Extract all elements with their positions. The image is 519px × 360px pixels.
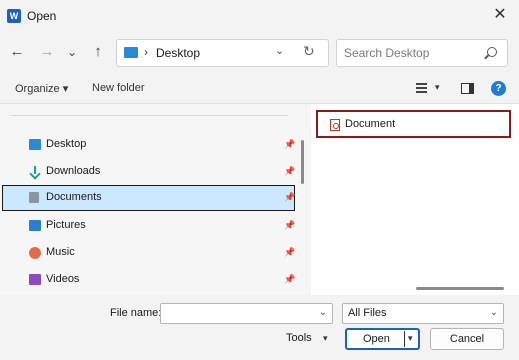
sidebar-scrollbar[interactable] <box>301 140 304 184</box>
desktop-icon <box>29 139 41 150</box>
breadcrumb-separator-icon: › <box>144 45 148 59</box>
open-button-label: Open <box>363 333 390 345</box>
documents-icon <box>29 192 39 203</box>
file-name-dropdown-icon[interactable]: ⌄ <box>319 307 327 318</box>
tools-dropdown-icon[interactable]: ▾ <box>323 333 328 344</box>
navigation-bar: ← → ⌄ ↑ › Desktop ⌄ ↻ Search Desktop <box>0 32 519 74</box>
open-button[interactable]: Open ▾ <box>345 328 420 350</box>
command-bar: Organize ▾ New folder ▾ ? <box>0 74 519 104</box>
sidebar-item-videos[interactable]: Videos 📌 <box>2 267 295 293</box>
recent-locations-chevron-icon[interactable]: ⌄ <box>62 42 82 62</box>
pin-icon[interactable]: 📌 <box>284 192 295 203</box>
music-icon <box>29 247 41 259</box>
search-input[interactable]: Search Desktop <box>336 39 508 67</box>
file-name-label: Document <box>345 118 396 130</box>
sidebar-item-desktop[interactable]: Desktop 📌 <box>2 132 295 158</box>
sidebar-item-music[interactable]: Music 📌 <box>2 240 295 266</box>
file-type-select[interactable]: All Files ⌄ <box>342 303 504 324</box>
nav-divider <box>10 115 288 116</box>
file-type-dropdown-icon[interactable]: ⌄ <box>490 307 498 318</box>
pin-icon[interactable]: 📌 <box>284 166 295 177</box>
organize-button[interactable]: Organize ▾ <box>15 82 68 95</box>
file-name-input[interactable]: ⌄ <box>160 303 333 324</box>
file-name-label: File name: <box>110 307 162 319</box>
back-arrow-icon[interactable]: ← <box>7 42 27 62</box>
navigation-pane: Desktop 📌 Downloads 📌 Documents 📌 Pictur… <box>0 104 311 295</box>
new-folder-button[interactable]: New folder <box>92 82 145 94</box>
view-list-icon[interactable] <box>416 83 427 93</box>
desktop-location-icon <box>124 47 138 58</box>
open-split-divider <box>404 331 405 347</box>
refresh-icon[interactable]: ↻ <box>303 43 315 60</box>
preview-pane-icon[interactable] <box>461 83 474 94</box>
help-icon[interactable]: ? <box>491 81 506 96</box>
pin-icon[interactable]: 📌 <box>284 139 295 150</box>
file-list-scrollbar[interactable] <box>416 287 504 290</box>
address-dropdown-icon[interactable]: ⌄ <box>275 44 284 57</box>
tools-button[interactable]: Tools <box>286 332 312 344</box>
pin-icon[interactable]: 📌 <box>284 247 295 258</box>
videos-icon <box>29 274 41 285</box>
dialog-footer: File name: ⌄ All Files ⌄ Tools ▾ Open ▾ … <box>0 295 519 360</box>
pin-icon[interactable]: 📌 <box>284 274 295 285</box>
forward-arrow-icon[interactable]: → <box>37 42 57 62</box>
sidebar-item-label: Music <box>46 246 75 258</box>
sidebar-item-pictures[interactable]: Pictures 📌 <box>2 213 295 239</box>
pin-icon[interactable]: 📌 <box>284 220 295 231</box>
file-type-value: All Files <box>348 307 387 319</box>
open-dropdown-icon[interactable]: ▾ <box>408 333 413 344</box>
breadcrumb-desktop[interactable]: Desktop <box>156 46 200 60</box>
close-icon[interactable]: ✕ <box>490 5 510 25</box>
title-bar: W Open ✕ <box>0 0 519 32</box>
pictures-icon <box>29 220 41 231</box>
sidebar-item-downloads[interactable]: Downloads 📌 <box>2 159 295 185</box>
window-title: Open <box>27 9 57 23</box>
word-app-icon: W <box>7 9 21 23</box>
sidebar-item-label: Documents <box>46 191 102 203</box>
address-bar[interactable]: › Desktop ⌄ ↻ <box>116 39 329 67</box>
sidebar-item-label: Pictures <box>46 219 86 231</box>
sidebar-item-label: Downloads <box>46 165 101 177</box>
pdf-file-icon <box>330 119 340 131</box>
sidebar-item-label: Videos <box>46 273 80 285</box>
search-placeholder: Search Desktop <box>344 46 430 60</box>
sidebar-item-label: Desktop <box>46 138 87 150</box>
file-list-pane: Document <box>311 104 519 295</box>
download-icon <box>29 166 41 177</box>
up-arrow-icon[interactable]: ↑ <box>88 42 108 62</box>
search-icon <box>487 47 497 57</box>
file-item-document[interactable]: Document <box>316 110 511 138</box>
view-dropdown-icon[interactable]: ▾ <box>435 82 440 93</box>
cancel-button[interactable]: Cancel <box>430 328 504 350</box>
sidebar-item-documents[interactable]: Documents 📌 <box>2 185 295 211</box>
